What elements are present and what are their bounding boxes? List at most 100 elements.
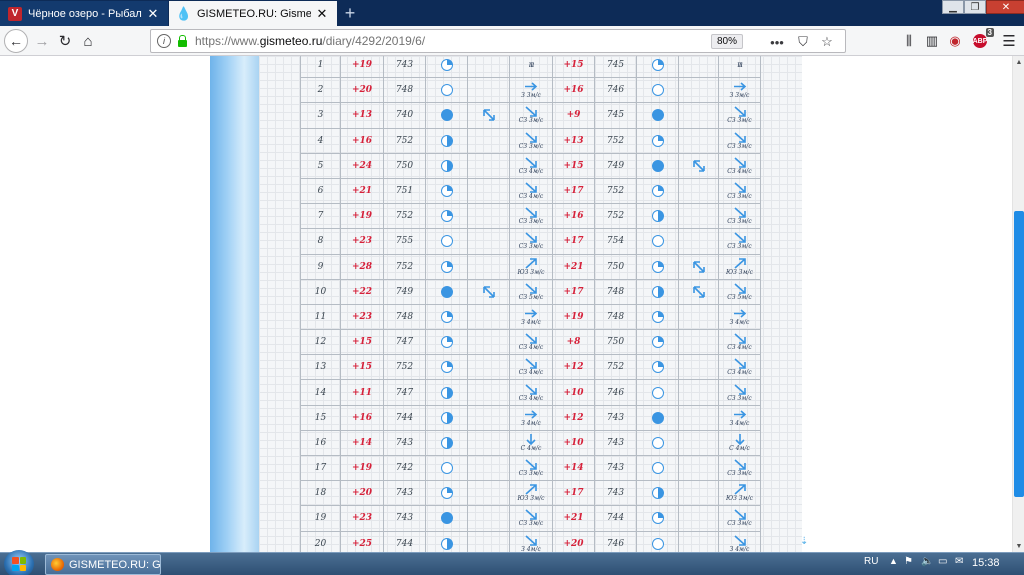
scroll-up-icon[interactable]: ▲ xyxy=(1013,56,1024,68)
address-bar[interactable]: i https://www.gismeteo.ru/diary/4292/201… xyxy=(150,29,846,53)
close-window-icon[interactable]: ✕ xyxy=(986,0,1024,14)
day-cell: 18 xyxy=(300,480,341,507)
show-hidden-icons[interactable]: ▲ xyxy=(889,556,898,566)
cloud-partly-icon xyxy=(651,336,664,349)
day-temperature-cell: +20 xyxy=(340,77,384,104)
evening-phenomena-cell xyxy=(678,228,719,255)
back-arrow-icon[interactable]: ← xyxy=(4,29,28,53)
zoom-level[interactable]: 80% xyxy=(710,34,743,49)
library-icon[interactable]: ⫼ xyxy=(898,30,920,52)
day-cell: 19 xyxy=(300,505,341,532)
reload-icon[interactable]: ↻ xyxy=(54,30,76,52)
day-pressure-cell: 744 xyxy=(383,404,426,431)
scroll-down-icon[interactable]: ▼ xyxy=(1013,540,1024,552)
wind-speed-label: СЗ 3м/с xyxy=(518,520,544,528)
day-phenomena-cell xyxy=(467,454,510,482)
cloud-clear-icon xyxy=(440,84,453,97)
wind-speed-label: СЗ 3м/с xyxy=(727,470,752,478)
wind-speed-label: СЗ 4м/с xyxy=(727,344,752,352)
minimize-icon[interactable]: ▁ xyxy=(942,0,964,14)
network-flag-icon[interactable]: ⚑ xyxy=(904,556,913,567)
bookmark-star-icon[interactable]: ☆ xyxy=(817,32,837,52)
wind-indicator: СЗ 3м/с xyxy=(719,207,760,225)
day-wind-cell: ııı xyxy=(509,56,553,79)
evening-pressure-cell: 752 xyxy=(594,203,637,230)
home-icon[interactable]: ⌂ xyxy=(77,30,99,52)
day-cloudiness-cell xyxy=(425,56,468,79)
new-tab-plus-icon[interactable]: + xyxy=(340,3,360,23)
wind-arrow-icon xyxy=(525,232,537,244)
wind-indicator: СЗ 4м/с xyxy=(510,383,552,402)
wind-speed-label: С 4м/с xyxy=(729,444,750,452)
extension-icon[interactable]: ◉ xyxy=(944,30,966,52)
scrollbar-thumb[interactable] xyxy=(1014,211,1024,497)
evening-wind-cell: СЗ 3м/с xyxy=(718,454,761,482)
precipitation-icon xyxy=(482,285,495,298)
battery-icon[interactable]: ▭ xyxy=(938,556,947,567)
wind-arrow-icon xyxy=(733,182,746,193)
close-tab-icon[interactable]: ✕ xyxy=(146,6,160,21)
day-pressure-cell: 747 xyxy=(383,329,426,356)
wind-arrow-icon xyxy=(525,182,537,193)
evening-wind-cell: СЗ 3м/с xyxy=(718,102,761,129)
day-wind-cell: СЗ 3м/с xyxy=(509,228,553,255)
day-cell: 7 xyxy=(300,203,341,230)
day-wind-cell: СЗ 4м/с xyxy=(509,329,553,356)
taskbar-firefox-button[interactable]: GISMETEO.RU: Gism... xyxy=(45,554,161,575)
day-phenomena-cell xyxy=(467,354,510,381)
day-phenomena-cell xyxy=(467,278,510,305)
evening-cloudiness-cell xyxy=(636,203,679,230)
vertical-scrollbar[interactable]: ▲ ▼ xyxy=(1012,56,1024,552)
day-wind-cell: З 3м/с xyxy=(509,77,553,104)
language-indicator[interactable]: RU xyxy=(864,556,878,567)
evening-phenomena-cell xyxy=(678,102,719,129)
wind-indicator: С 4м/с xyxy=(719,433,760,452)
evening-cloudiness-cell xyxy=(636,480,679,507)
evening-wind-cell: СЗ 3м/с xyxy=(718,203,761,230)
action-center-icon[interactable]: ✉ xyxy=(955,556,963,567)
day-cell: 2 xyxy=(300,77,341,104)
table-row: 2 +20 748 З 3м/с +16 746 З 3м/с xyxy=(300,77,761,104)
day-cell: 12 xyxy=(300,329,341,356)
cloud-full-icon xyxy=(651,159,664,172)
table-row: 6 +21 751 СЗ 4м/с +17 752 СЗ 3м/с xyxy=(300,177,761,205)
tab-fishing[interactable]: V Чёрное озеро - Рыбалка ✕ xyxy=(0,1,168,26)
table-row: 8 +23 755 СЗ 3м/с +17 754 СЗ 3м/с xyxy=(300,228,761,255)
wind-arrow-icon xyxy=(733,207,746,219)
cloud-partly-icon xyxy=(651,59,664,72)
day-phenomena-cell xyxy=(467,303,510,331)
evening-pressure-cell: 746 xyxy=(594,77,637,104)
volume-icon[interactable]: 🔈 xyxy=(921,556,933,567)
restore-icon[interactable]: ❐ xyxy=(964,0,986,14)
adblock-icon[interactable]: ABP 3 xyxy=(969,28,994,52)
clock[interactable]: 15:38 xyxy=(972,557,1000,569)
day-cell: 14 xyxy=(300,379,341,406)
forward-arrow-icon[interactable]: → xyxy=(31,30,53,52)
wind-speed-label: ЮЗ 3м/с xyxy=(517,268,545,276)
table-row: 16 +14 743 С 4м/с +10 743 С 4м/с xyxy=(300,429,761,457)
start-button[interactable] xyxy=(4,550,34,575)
evening-cloudiness-cell xyxy=(636,505,679,532)
pocket-icon[interactable]: ⛉ xyxy=(793,32,813,52)
menu-hamburger-icon[interactable]: ☰ xyxy=(998,30,1020,52)
wind-speed-label: З 4м/с xyxy=(521,318,541,326)
day-cell: 1 xyxy=(300,56,341,79)
site-info-icon[interactable]: i xyxy=(157,34,171,48)
wind-speed-label: СЗ 3м/с xyxy=(518,218,544,226)
cloud-partly-icon xyxy=(440,336,453,349)
page-actions-icon[interactable]: ••• xyxy=(767,32,787,52)
day-pressure-cell: 750 xyxy=(383,152,426,179)
wind-indicator: СЗ 5м/с xyxy=(510,283,552,301)
evening-phenomena-cell xyxy=(678,505,719,532)
wind-indicator: СЗ 3м/с xyxy=(719,459,760,477)
close-tab-icon[interactable]: ✕ xyxy=(315,6,329,21)
wind-speed-label: С 4м/с xyxy=(520,444,542,452)
cloud-partly-icon xyxy=(651,310,664,323)
tab-gismeteo[interactable]: 💧 GISMETEO.RU: Gismeteo.Дневник погоды ✕ xyxy=(169,1,337,26)
evening-temperature-cell: +16 xyxy=(552,203,595,230)
wind-indicator: СЗ 4м/с xyxy=(510,333,552,351)
evening-temperature-cell: +17 xyxy=(552,278,595,305)
sidebar-icon[interactable]: ▥ xyxy=(921,30,943,52)
wind-speed-label: СЗ 3м/с xyxy=(518,117,544,125)
evening-temperature-cell: +15 xyxy=(552,56,595,79)
